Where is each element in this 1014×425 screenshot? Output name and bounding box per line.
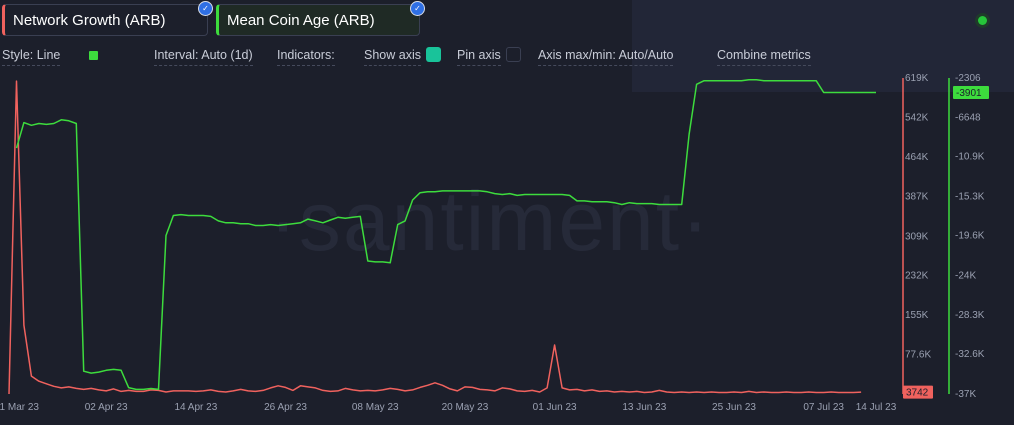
x-axis: 21 Mar 23 02 Apr 23 14 Apr 23 26 Apr 23 08 M…: [0, 402, 897, 413]
current-value-label: 3742: [906, 388, 929, 399]
y-tick-label: 232K: [905, 271, 929, 282]
x-tick-label: 13 Jun 23: [622, 402, 666, 413]
y-tick-label: -32.6K: [955, 349, 985, 360]
y-tick-label: 542K: [905, 112, 929, 123]
x-tick-label: 25 Jun 23: [712, 402, 756, 413]
x-tick-label: 08 May 23: [352, 402, 399, 413]
y-tick-label: 155K: [905, 310, 929, 321]
x-tick-label: 14 Jul 23: [856, 402, 897, 413]
mean-coin-age-axis: -2306 -6648 -10.9K -15.3K -19.6K -24K -28.3K -3…: [948, 73, 989, 400]
x-tick-label: 01 Jun 23: [533, 402, 577, 413]
current-value-label: -3901: [956, 88, 982, 99]
y-tick-label: 309K: [905, 231, 929, 242]
y-tick-label: -28.3K: [955, 310, 985, 321]
y-tick-label: -2306: [955, 73, 981, 84]
y-tick-label: -15.3K: [955, 191, 985, 202]
x-tick-label: 26 Apr 23: [264, 402, 307, 413]
y-tick-label: -10.9K: [955, 151, 985, 162]
x-tick-label: 20 May 23: [442, 402, 489, 413]
x-tick-label: 21 Mar 23: [0, 402, 39, 413]
y-tick-label: -19.6K: [955, 231, 985, 242]
x-tick-label: 07 Jul 23: [803, 402, 844, 413]
x-tick-label: 14 Apr 23: [174, 402, 217, 413]
y-tick-label: 387K: [905, 191, 929, 202]
chart-area[interactable]: ·santiment· 21 Mar 2302 Apr 2314 Apr 232…: [0, 0, 1014, 425]
x-tick-label: 02 Apr 23: [85, 402, 128, 413]
y-tick-label: -24K: [955, 271, 976, 282]
network-growth-axis: 619K 542K 464K 387K 309K 232K 155K 77.6K 3742: [902, 73, 933, 399]
santiment-watermark: ·santiment·: [269, 174, 711, 268]
y-tick-label: 619K: [905, 73, 929, 84]
y-tick-label: -6648: [955, 113, 981, 124]
y-tick-label: 464K: [905, 152, 929, 163]
y-tick-label: 77.6K: [905, 349, 931, 360]
y-tick-label: -37K: [955, 389, 976, 400]
